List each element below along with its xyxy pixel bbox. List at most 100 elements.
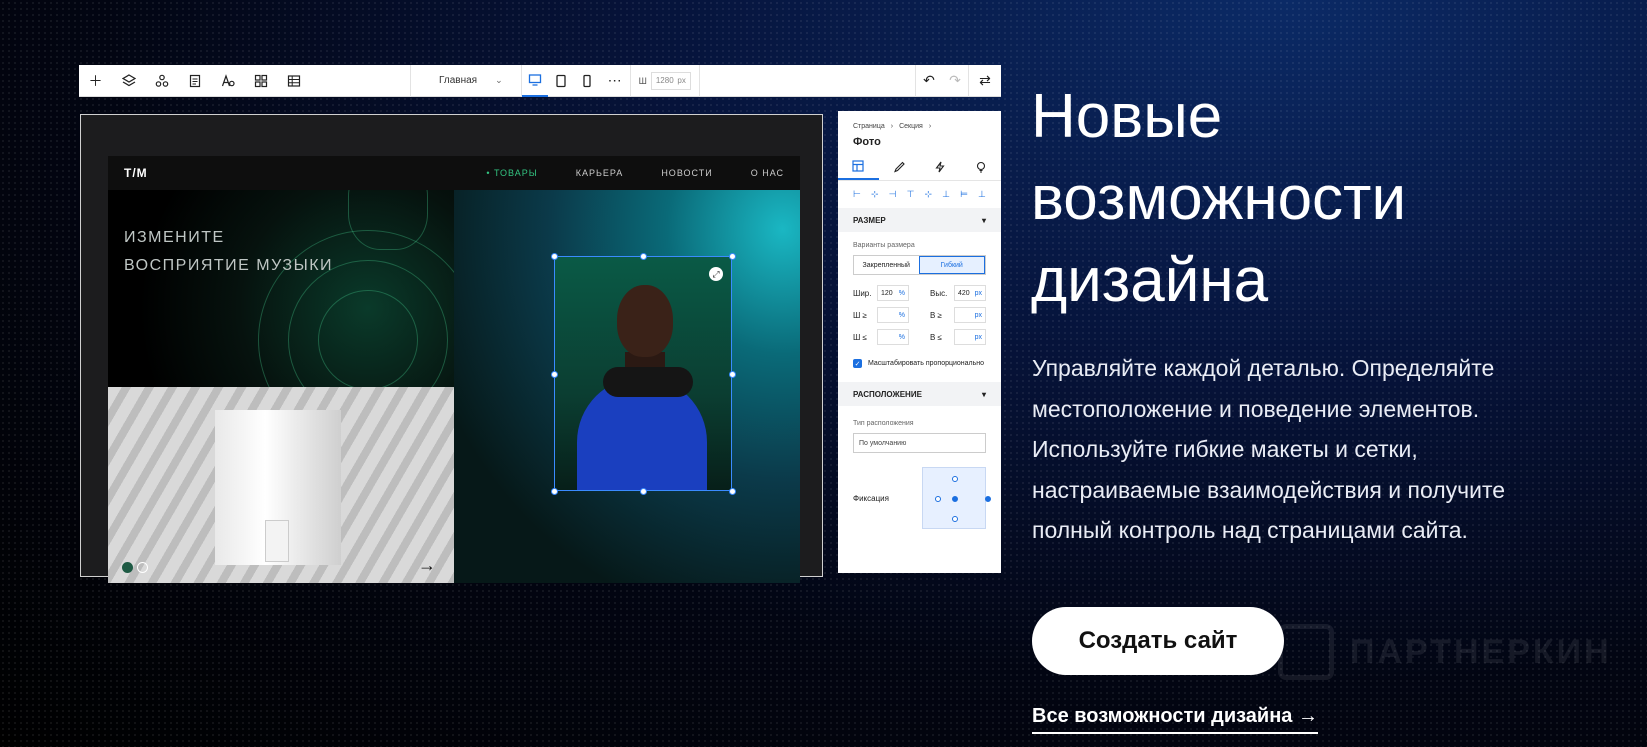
align-left-icon[interactable]: ⊢: [853, 189, 861, 200]
distribute-v-icon[interactable]: ⊥: [978, 189, 986, 200]
pin-center-dot[interactable]: [952, 496, 958, 502]
mobile-view-button[interactable]: [574, 65, 600, 97]
slider-dot-active[interactable]: [122, 562, 133, 573]
pin-control[interactable]: [922, 467, 991, 529]
product-section[interactable]: →: [108, 387, 454, 583]
max-height-field[interactable]: px: [954, 329, 986, 345]
resize-handle[interactable]: [551, 488, 558, 495]
distribute-h-icon[interactable]: ⊨: [960, 189, 968, 200]
width-field-unit: %: [898, 289, 905, 297]
min-width-label: Ш ≥: [853, 310, 867, 320]
max-height-label: В ≤: [930, 332, 942, 342]
align-center-v-icon[interactable]: ⊹: [925, 189, 933, 200]
slider-dots: [122, 562, 148, 573]
page-selector[interactable]: Главная ⌄: [411, 65, 521, 97]
canvas-width-input[interactable]: 1280 px: [650, 71, 691, 90]
expand-icon[interactable]: ⤢: [709, 267, 723, 281]
pin-left-dot[interactable]: [935, 496, 941, 502]
resize-handle[interactable]: [640, 488, 647, 495]
width-field-label: Шир.: [853, 288, 872, 298]
chevron-right-icon: ›: [928, 123, 932, 130]
caret-down-icon: ▾: [981, 215, 986, 225]
breadcrumb-page[interactable]: Страница: [853, 123, 885, 130]
height-field-value: 420: [958, 289, 970, 297]
tablet-view-button[interactable]: [548, 65, 574, 97]
text-styles-button[interactable]: [211, 65, 244, 97]
apps-icon: [254, 74, 267, 87]
site-nav-news[interactable]: НОВОСТИ: [661, 168, 712, 178]
arrow-right-icon[interactable]: →: [418, 555, 436, 576]
width-field[interactable]: 120%: [877, 285, 909, 301]
max-width-field[interactable]: %: [877, 329, 909, 345]
desc-line-2: местоположение и поведение элементов.: [1032, 395, 1480, 422]
align-top-icon[interactable]: ⊤: [907, 189, 915, 200]
tab-interactions[interactable]: [920, 154, 961, 180]
all-design-features-link[interactable]: Все возможности дизайна →: [1032, 705, 1318, 734]
selected-photo[interactable]: ⤢: [554, 256, 732, 491]
desc-line-4: настраиваемые взаимодействия и получите: [1032, 476, 1506, 503]
resize-handle[interactable]: [729, 253, 736, 260]
tab-hints[interactable]: [960, 154, 1001, 180]
width-unit: px: [677, 76, 686, 85]
min-height-field[interactable]: px: [954, 307, 986, 323]
resize-handle[interactable]: [729, 371, 736, 378]
desc-line-5: полный контроль над страницами сайта.: [1032, 517, 1468, 543]
width-field-value: 120: [881, 289, 893, 297]
site-logo[interactable]: T/M: [124, 166, 148, 180]
layers-button[interactable]: [112, 65, 145, 97]
resize-handle[interactable]: [551, 371, 558, 378]
undo-button[interactable]: ↶: [916, 65, 942, 97]
desktop-view-button[interactable]: [521, 65, 548, 97]
size-fixed-option[interactable]: Закрепленный: [854, 256, 919, 274]
more-views-button[interactable]: ⋯: [600, 65, 630, 97]
size-variant-toggle: Закрепленный Гибкий: [853, 255, 986, 275]
site-nav-products[interactable]: • ТОВАРЫ: [486, 168, 537, 178]
table-button[interactable]: [277, 65, 310, 97]
position-type-select[interactable]: По умолчанию: [853, 433, 986, 453]
resize-handle[interactable]: [640, 253, 647, 260]
product-image: [215, 410, 341, 565]
plus-icon: ＋: [88, 72, 103, 89]
settings-button[interactable]: ⇄: [969, 65, 1001, 97]
site-nav-about[interactable]: О НАС: [751, 168, 784, 178]
hero-line-1: ИЗМЕНИТЕ: [124, 229, 225, 246]
apps-button[interactable]: [244, 65, 277, 97]
scale-proportionally-row[interactable]: ✓ Масштабировать пропорционально: [838, 345, 1001, 382]
breadcrumb-section[interactable]: Секция: [899, 123, 923, 130]
min-width-field[interactable]: %: [877, 307, 909, 323]
hero-section[interactable]: ИЗМЕНИТЕ ВОСПРИЯТИЕ МУЗЫКИ: [108, 190, 454, 387]
layout-icon: [852, 160, 864, 172]
site-preview: T/M • ТОВАРЫ КАРЬЕРА НОВОСТИ О НАС ИЗМЕН…: [108, 156, 800, 583]
headphones: [603, 367, 693, 397]
pin-bottom-dot[interactable]: [952, 516, 958, 522]
redo-button[interactable]: ↷: [942, 65, 968, 97]
components-button[interactable]: [145, 65, 178, 97]
align-right-icon[interactable]: ⊣: [889, 189, 897, 200]
position-section-header[interactable]: РАСПОЛОЖЕНИЕ ▾: [838, 382, 1001, 406]
pages-button[interactable]: [178, 65, 211, 97]
size-section-header[interactable]: РАЗМЕР ▾: [838, 208, 1001, 232]
resize-handle[interactable]: [551, 253, 558, 260]
resize-handle[interactable]: [729, 488, 736, 495]
align-bottom-icon[interactable]: ⊥: [942, 189, 950, 200]
wireframe-shape: [348, 190, 428, 250]
add-element-button[interactable]: ＋: [79, 65, 112, 97]
undo-icon: ↶: [923, 72, 935, 88]
height-field-label: Выс.: [930, 288, 948, 298]
tab-layout[interactable]: [838, 154, 879, 180]
size-flexible-option[interactable]: Гибкий: [918, 256, 985, 274]
page-headline: Новые возможности дизайна: [1031, 76, 1591, 322]
tab-design[interactable]: [879, 154, 920, 180]
position-type-label: Тип расположения: [853, 420, 914, 427]
height-field[interactable]: 420 px: [954, 285, 986, 301]
pin-top-dot[interactable]: [952, 476, 958, 482]
pin-right-dot[interactable]: [985, 496, 991, 502]
create-site-button[interactable]: Создать сайт: [1032, 607, 1284, 675]
site-nav-careers[interactable]: КАРЬЕРА: [576, 168, 624, 178]
pin-label: Фиксация: [853, 493, 889, 503]
checkbox-checked-icon[interactable]: ✓: [853, 359, 862, 368]
redo-icon: ↷: [949, 72, 961, 88]
align-center-h-icon[interactable]: ⊹: [871, 189, 879, 200]
headline-line-1: Новые: [1031, 82, 1223, 151]
slider-dot[interactable]: [137, 562, 148, 573]
